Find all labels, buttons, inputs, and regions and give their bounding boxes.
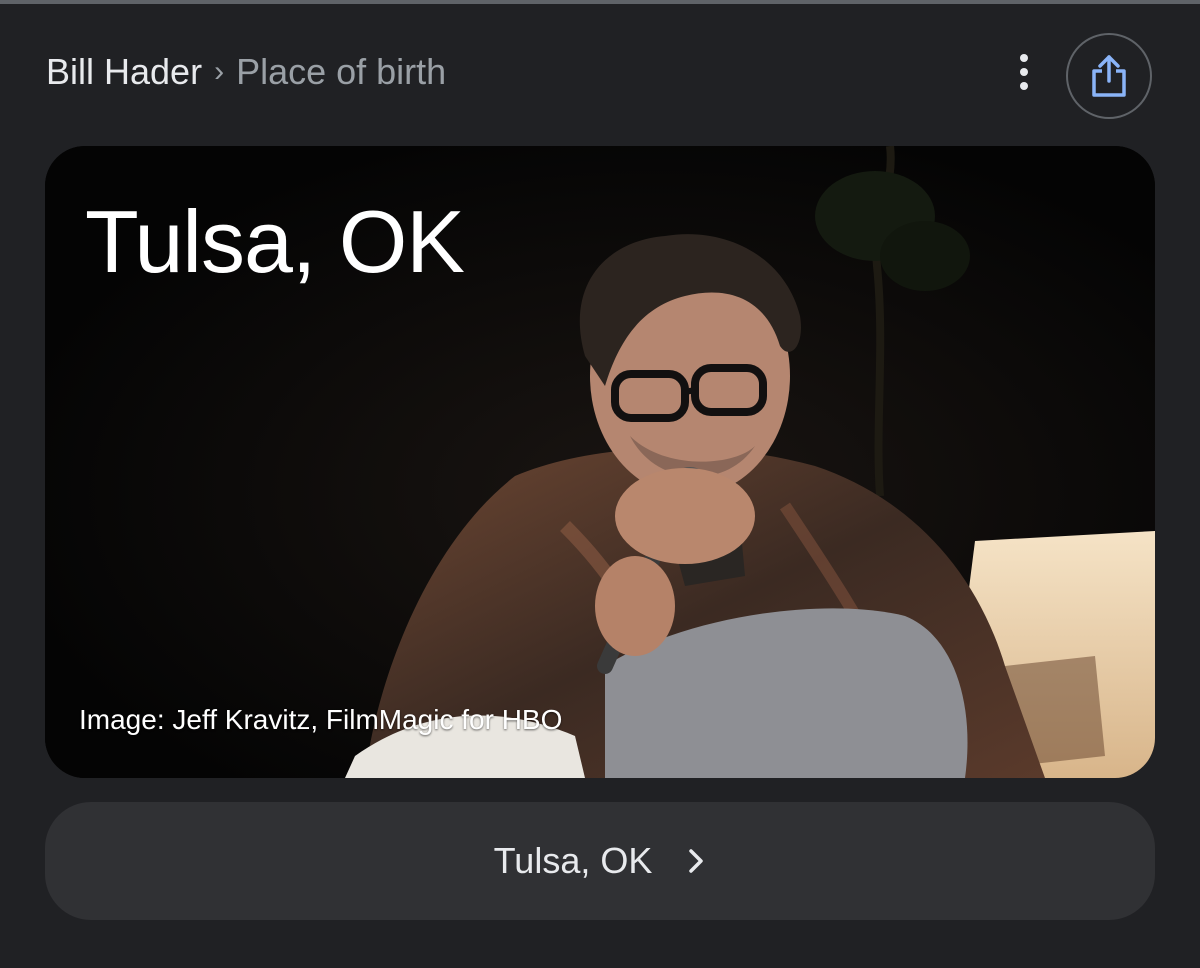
chevron-right-icon [686,847,706,875]
breadcrumb-attribute: Place of birth [236,51,447,92]
answer-link-button[interactable]: Tulsa, OK [45,802,1155,920]
breadcrumb: Bill Hader › Place of birth [46,46,446,98]
answer-label: Tulsa, OK [493,840,653,881]
share-button[interactable] [1066,33,1152,119]
more-vert-icon-dot [1020,68,1028,76]
answer-image-card[interactable]: Tulsa, OK Image: Jeff Kravitz, FilmMagic… [45,146,1155,778]
image-credit: Image: Jeff Kravitz, FilmMagic for HBO [79,704,563,735]
breadcrumb-separator: › [214,55,225,88]
more-options-button[interactable] [1004,52,1044,92]
more-vert-icon [1020,54,1028,62]
share-icon [1092,55,1126,97]
more-vert-icon-dot [1020,82,1028,90]
top-divider [0,0,1200,4]
breadcrumb-entity-link[interactable]: Bill Hader [46,51,202,93]
card-title: Tulsa, OK [85,192,465,291]
